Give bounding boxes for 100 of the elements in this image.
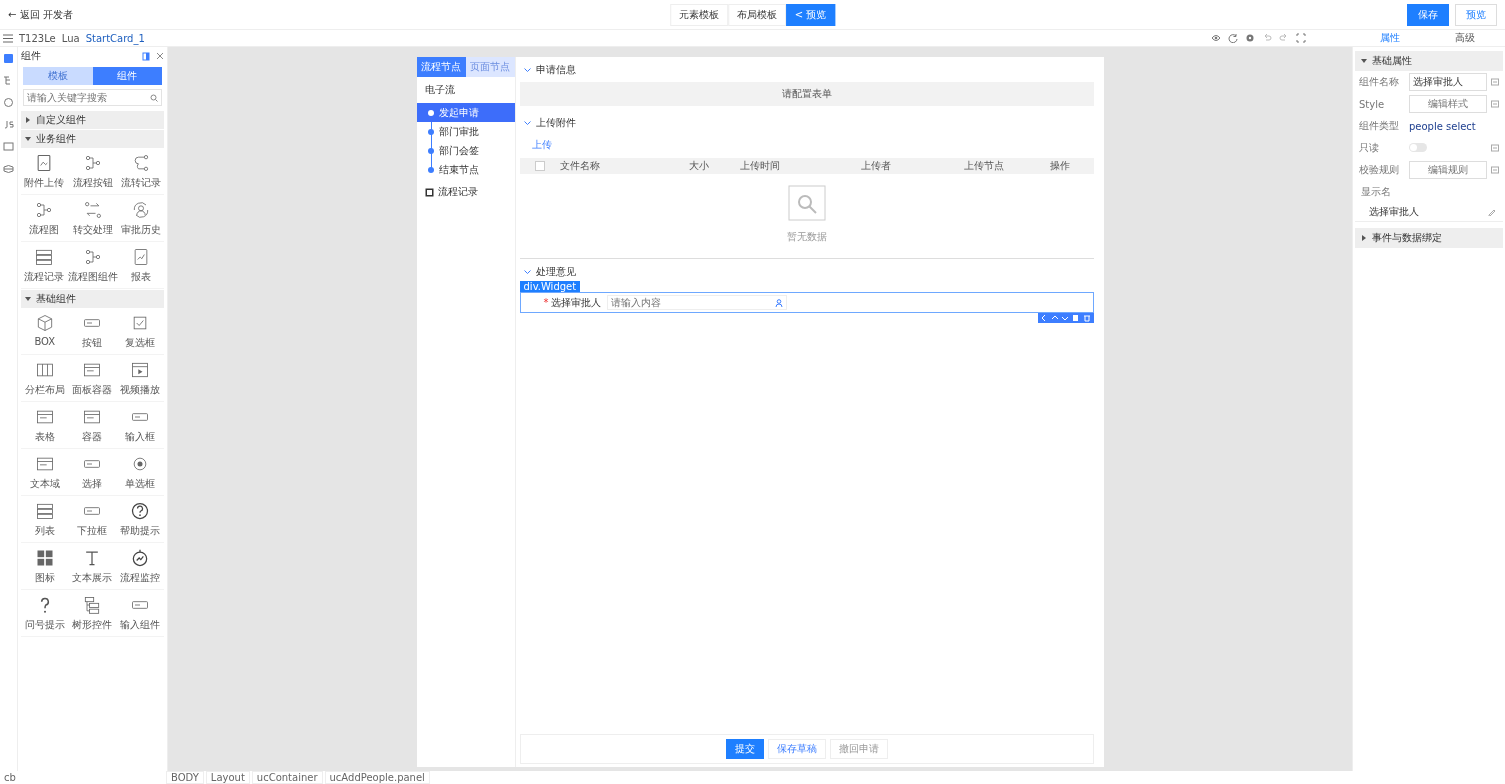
component-item[interactable]: 审批历史 — [117, 195, 164, 242]
component-item[interactable]: 流程图组件 — [67, 242, 118, 289]
undo-icon[interactable] — [1262, 33, 1272, 43]
panel-tab[interactable]: 组件 — [92, 67, 162, 85]
nav-tab[interactable]: 流程节点 — [416, 57, 466, 77]
code-icon[interactable] — [3, 119, 14, 130]
breadcrumb-item[interactable]: T123Le — [19, 32, 56, 44]
component-item[interactable]: 树形控件 — [68, 590, 117, 637]
preview-button[interactable]: 预览 — [1455, 3, 1497, 26]
property-value[interactable]: 选择审批人 — [1369, 205, 1419, 219]
component-item[interactable]: 列表 — [21, 496, 69, 543]
path-item[interactable]: BODY — [166, 771, 204, 784]
chevron-icon[interactable] — [523, 67, 531, 73]
group-header[interactable]: 业务组件 — [21, 130, 164, 148]
component-item[interactable]: 复选框 — [116, 308, 164, 355]
component-item[interactable]: 单选框 — [116, 449, 164, 496]
breadcrumb-item[interactable]: StartCard_1 — [85, 32, 145, 44]
component-item[interactable]: 问号提示 — [21, 590, 69, 637]
person-icon[interactable] — [774, 299, 783, 307]
menu-icon[interactable] — [3, 33, 13, 43]
component-item[interactable]: 输入组件 — [116, 590, 164, 637]
save-button[interactable]: 保存 — [1407, 3, 1449, 26]
component-item[interactable]: 流程监控 — [116, 543, 164, 590]
component-item[interactable]: 视频播放 — [116, 355, 164, 402]
component-item[interactable]: 流程图 — [21, 195, 68, 242]
section-header[interactable]: 事件与数据绑定 — [1355, 228, 1503, 248]
component-item[interactable]: 流转记录 — [117, 148, 164, 195]
component-item[interactable]: 报表 — [117, 242, 164, 289]
chevron-icon[interactable] — [523, 120, 531, 126]
section-title[interactable]: 上传附件 — [535, 116, 576, 130]
chevron-icon[interactable] — [523, 269, 531, 275]
group-header[interactable]: 基础组件 — [21, 290, 164, 308]
section-title: 事件与数据绑定 — [1372, 231, 1442, 245]
step-item[interactable]: 部门审批 — [416, 122, 515, 141]
mode-tab[interactable]: 布局模板 — [727, 3, 786, 26]
path-item[interactable]: ucContainer — [251, 771, 323, 784]
breadcrumb-item[interactable]: Lua — [61, 32, 80, 44]
mode-tab[interactable]: 元素模板 — [669, 3, 728, 26]
edit-icon[interactable] — [1488, 208, 1497, 216]
component-item[interactable]: 附件上传 — [21, 148, 68, 195]
column-header: 操作 — [1050, 159, 1072, 173]
section-title[interactable]: 申请信息 — [535, 63, 576, 77]
path-item[interactable]: Layout — [205, 771, 250, 784]
edit-button[interactable]: 编辑规则 — [1409, 161, 1487, 179]
redo-icon[interactable] — [1279, 33, 1289, 43]
component-item[interactable]: 文本展示 — [68, 543, 117, 590]
section-header[interactable]: 基础属性 — [1355, 51, 1503, 71]
component-item[interactable]: 选择 — [68, 449, 117, 496]
db-icon[interactable] — [3, 163, 14, 174]
component-item[interactable]: 图标 — [21, 543, 69, 590]
component-item[interactable]: 帮助提示 — [116, 496, 164, 543]
settings-icon[interactable] — [1245, 33, 1255, 43]
input-field[interactable]: 请输入内容 — [606, 295, 787, 310]
fullscreen-icon[interactable] — [1296, 33, 1306, 43]
upload-link[interactable]: 上传 — [531, 138, 552, 152]
component-item[interactable]: 输入框 — [116, 402, 164, 449]
component-item[interactable]: 转交处理 — [67, 195, 118, 242]
component-item[interactable]: 面板容器 — [68, 355, 117, 402]
component-item[interactable]: 按钮 — [68, 308, 117, 355]
component-item[interactable]: 流程记录 — [21, 242, 68, 289]
refresh-icon[interactable] — [1228, 33, 1238, 43]
step-item[interactable]: 结束节点 — [416, 160, 515, 179]
component-item[interactable]: 分栏布局 — [21, 355, 69, 402]
caret-icon — [1361, 58, 1367, 64]
component-item[interactable]: 文本域 — [21, 449, 69, 496]
close-icon[interactable] — [156, 52, 164, 60]
input-field[interactable]: 选择审批人 — [1409, 73, 1487, 91]
path-item[interactable]: ucAddPeople.panel — [324, 771, 430, 784]
step-item[interactable]: 发起申请 — [416, 103, 515, 122]
eye-icon[interactable] — [1211, 33, 1221, 43]
group-header[interactable]: 自定义组件 — [21, 111, 164, 129]
component-item[interactable]: 容器 — [68, 402, 117, 449]
group-title: 业务组件 — [36, 132, 76, 146]
component-item[interactable]: 流程按钮 — [67, 148, 118, 195]
action-button[interactable]: 保存草稿 — [767, 739, 826, 759]
toggle-switch[interactable] — [1409, 142, 1427, 152]
pin-icon[interactable] — [142, 51, 150, 61]
panel-tab[interactable]: 高级 — [1454, 31, 1475, 45]
component-item[interactable]: BOX — [21, 308, 69, 355]
delete-icon[interactable] — [1083, 314, 1092, 322]
swap-icon — [82, 200, 103, 220]
mode-tab[interactable]: < 预览 — [785, 3, 836, 26]
search-icon[interactable] — [150, 94, 158, 102]
panel-tab[interactable]: 属性 — [1379, 31, 1400, 45]
back-link[interactable]: ← 返回 开发者 — [8, 7, 73, 22]
checkbox[interactable] — [534, 161, 545, 171]
component-item[interactable]: 下拉框 — [68, 496, 117, 543]
edit-button[interactable]: 编辑样式 — [1409, 95, 1487, 113]
copy-icon[interactable] — [1072, 314, 1081, 322]
action-button[interactable]: 提交 — [725, 739, 764, 759]
panel-tab[interactable]: 模板 — [23, 67, 93, 85]
search-field[interactable]: 请输入关键字搜索 — [23, 89, 162, 106]
component-item[interactable]: 表格 — [21, 402, 69, 449]
field-label: 选择审批人 — [550, 296, 601, 308]
table-icon[interactable] — [3, 141, 14, 152]
section-title[interactable]: 处理意见 — [535, 265, 576, 279]
status-text: cb — [3, 772, 17, 783]
step-item[interactable]: 部门会签 — [416, 141, 515, 160]
nav-item[interactable]: 流程记录 — [437, 185, 478, 199]
column-header: 上传时间 — [740, 159, 782, 173]
